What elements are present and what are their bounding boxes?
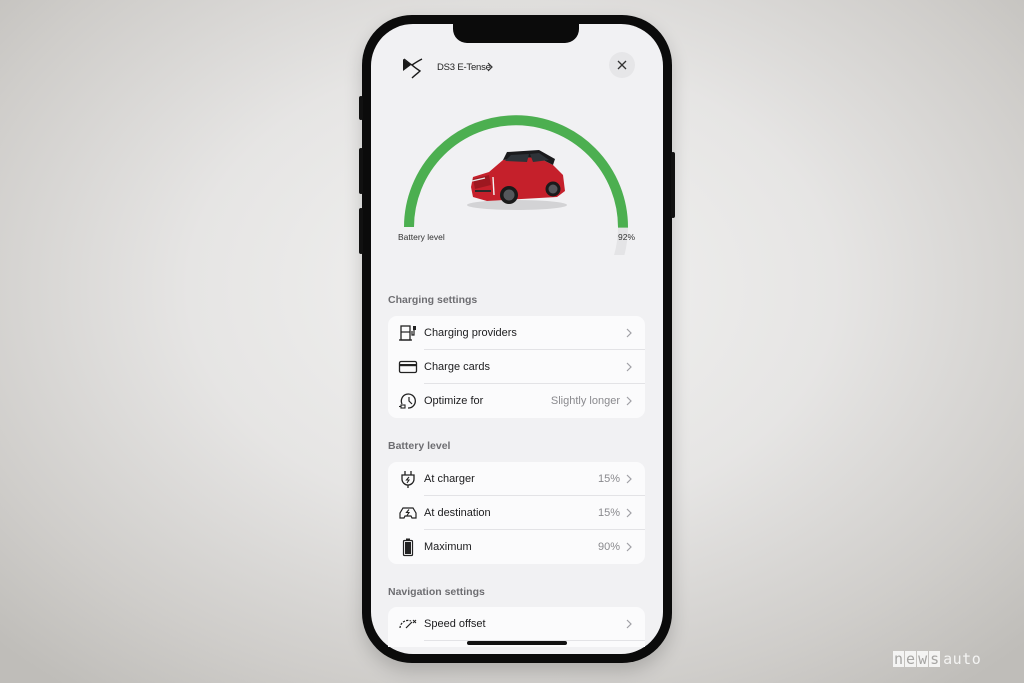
watermark-text: auto bbox=[943, 650, 982, 668]
battery-level-label: Battery level bbox=[398, 232, 445, 242]
item-value: Slightly longer bbox=[550, 395, 620, 407]
watermark-letter: n bbox=[893, 650, 905, 668]
list-item-speed-offset[interactable]: Speed offset bbox=[388, 607, 645, 641]
close-button[interactable] bbox=[609, 52, 635, 78]
battery-level-card: At charger 15% At destination 15% Maximu… bbox=[388, 462, 645, 564]
chevron-right-icon bbox=[626, 474, 634, 484]
volume-down-button bbox=[359, 208, 363, 254]
vehicle-title[interactable]: DS3 E-Tense bbox=[437, 62, 491, 73]
list-item-maximum[interactable]: Maximum 90% bbox=[388, 530, 645, 564]
close-icon bbox=[617, 60, 627, 70]
chevron-right-icon bbox=[626, 396, 634, 406]
chevron-right-icon bbox=[626, 542, 634, 552]
chevron-right-icon bbox=[626, 362, 634, 372]
list-item-charge-cards[interactable]: Charge cards bbox=[388, 350, 645, 384]
item-value: 90% bbox=[597, 541, 620, 553]
item-label: Optimize for bbox=[424, 395, 484, 407]
section-title-navigation-settings: Navigation settings bbox=[388, 586, 485, 598]
item-label: Maximum bbox=[424, 541, 472, 553]
power-button bbox=[671, 152, 675, 218]
item-label: At destination bbox=[424, 507, 491, 519]
ds-logo-icon bbox=[403, 58, 423, 79]
battery-gauge: Battery level 92% bbox=[371, 95, 663, 258]
home-indicator[interactable] bbox=[467, 641, 567, 645]
item-label: Charge cards bbox=[424, 361, 491, 373]
item-label: Speed offset bbox=[424, 618, 486, 630]
section-title-charging-settings: Charging settings bbox=[388, 294, 478, 306]
list-item-at-destination[interactable]: At destination 15% bbox=[388, 496, 645, 530]
battery-full-icon bbox=[398, 537, 418, 557]
ds-logo[interactable] bbox=[400, 55, 426, 79]
watermark-letter: e bbox=[905, 650, 917, 668]
list-item-at-charger[interactable]: At charger 15% bbox=[388, 462, 645, 496]
chevron-right-icon bbox=[626, 619, 634, 629]
chevron-right-icon bbox=[626, 508, 634, 518]
plug-icon bbox=[398, 469, 418, 489]
chevron-right-icon bbox=[626, 328, 634, 338]
item-value: 15% bbox=[597, 507, 620, 519]
speedometer-icon bbox=[398, 614, 418, 634]
newsauto-watermark: n e w s auto bbox=[893, 650, 981, 668]
list-item-optimize-for[interactable]: Optimize for Slightly longer bbox=[388, 384, 645, 418]
charging-settings-card: Charging providers Charge cards Optimize… bbox=[388, 316, 645, 418]
item-label: Charging providers bbox=[424, 327, 517, 339]
watermark-letter: w bbox=[917, 650, 929, 668]
car-charge-icon bbox=[398, 503, 418, 523]
list-item-charging-providers[interactable]: Charging providers bbox=[388, 316, 645, 350]
watermark-letter: s bbox=[929, 650, 941, 668]
chevron-right-icon[interactable] bbox=[486, 61, 494, 76]
credit-card-icon bbox=[398, 357, 418, 377]
car-image bbox=[467, 150, 567, 210]
volume-up-button bbox=[359, 148, 363, 194]
clock-plug-icon bbox=[398, 391, 418, 411]
item-label: At charger bbox=[424, 473, 475, 485]
notch bbox=[453, 15, 579, 43]
battery-level-value: 92% bbox=[618, 232, 636, 242]
charging-station-icon bbox=[398, 323, 418, 343]
section-title-battery-level: Battery level bbox=[388, 440, 451, 452]
mute-switch bbox=[359, 96, 363, 120]
item-value: 15% bbox=[597, 473, 620, 485]
